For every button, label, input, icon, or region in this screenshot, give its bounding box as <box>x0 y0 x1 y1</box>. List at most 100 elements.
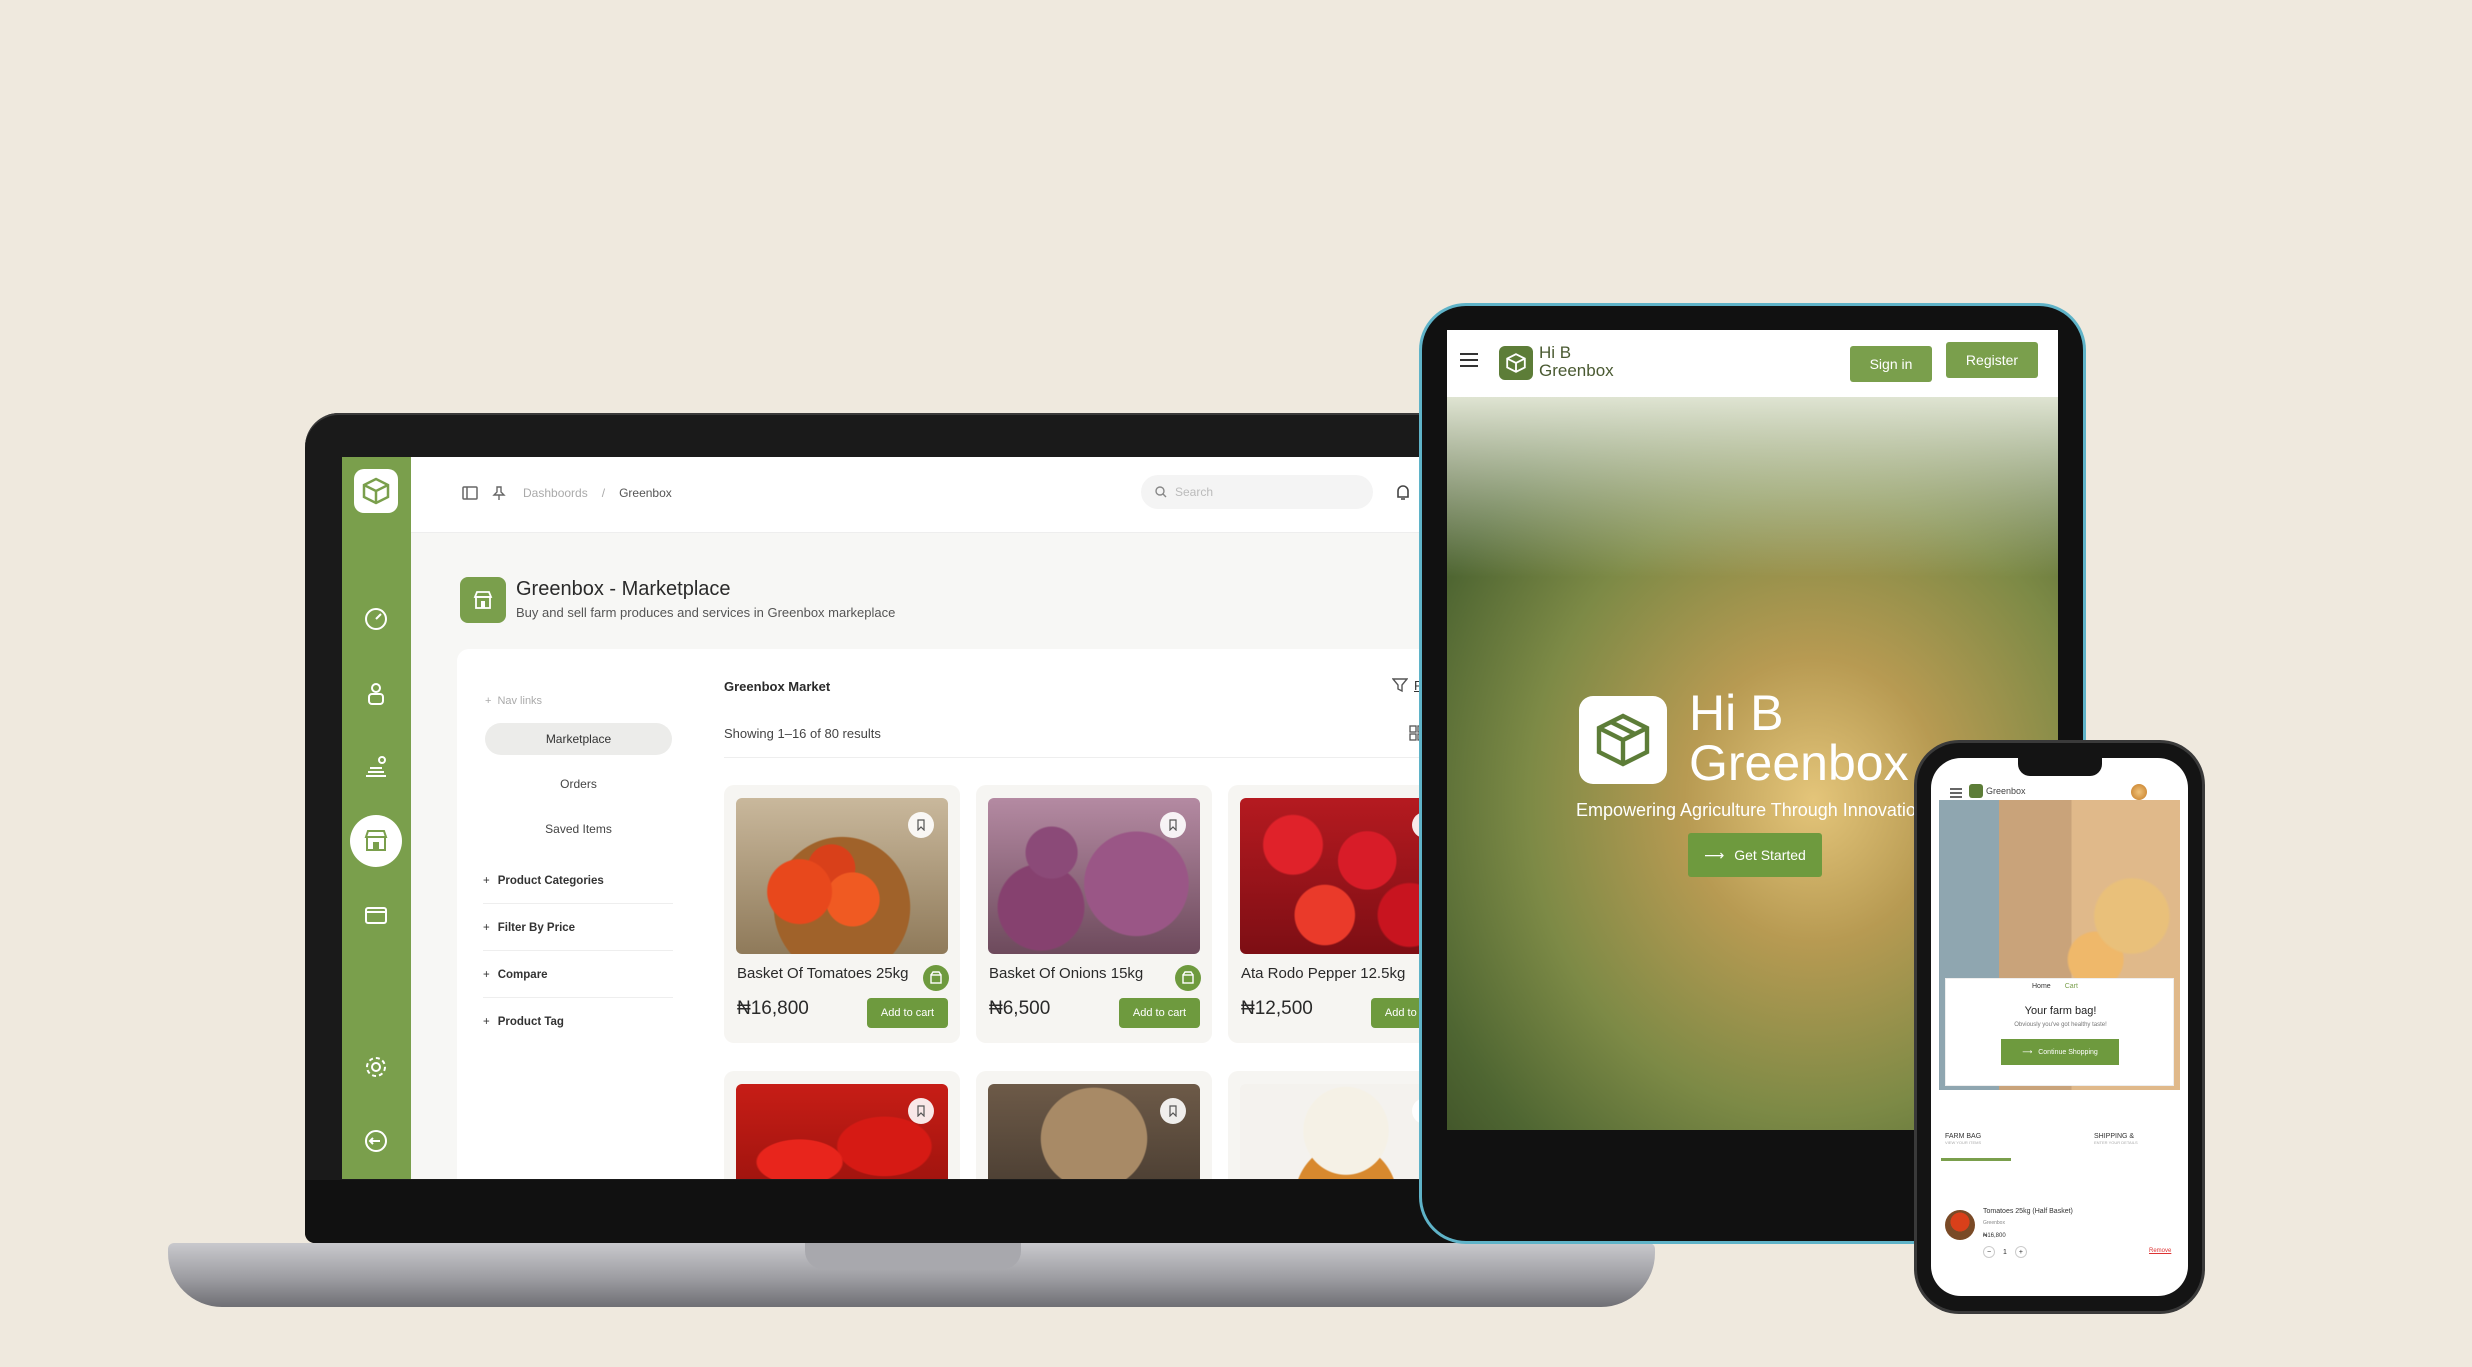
hero-sky <box>1447 397 2058 577</box>
register-button[interactable]: Register <box>1946 342 2038 378</box>
quantity-stepper[interactable]: − 1 + <box>1983 1246 2027 1258</box>
funnel-icon <box>1392 678 1408 693</box>
step-sub: VIEW YOUR ITEMS <box>1945 1140 1982 1145</box>
bookmark-icon[interactable] <box>908 1098 934 1124</box>
bookmark-icon[interactable] <box>1160 812 1186 838</box>
arrow-right-icon: ⟶ <box>2022 1049 2033 1056</box>
breadcrumb-current: Greenbox <box>619 486 672 500</box>
search-input[interactable]: Search <box>1141 475 1373 509</box>
product-name[interactable]: Basket Of Tomatoes 25kg <box>737 965 908 982</box>
filter-product-tag[interactable]: + Product Tag <box>483 1016 673 1044</box>
logout-icon[interactable] <box>362 1127 390 1155</box>
logo-line-1: Hi B <box>1539 343 1572 362</box>
hamburger-menu-icon[interactable] <box>1459 352 1479 373</box>
continue-label: Continue Shopping <box>2038 1048 2098 1056</box>
product-card[interactable]: Basket Of Tomatoes 25kg ₦16,800 Add to c… <box>724 785 960 1043</box>
filter-compare[interactable]: + Compare <box>483 969 673 998</box>
remove-link[interactable]: Remove <box>2149 1248 2171 1254</box>
sign-in-button[interactable]: Sign in <box>1850 346 1932 382</box>
dashboard-gauge-icon[interactable] <box>362 605 390 633</box>
hero-line-2: Greenbox <box>1689 735 1909 791</box>
minus-icon[interactable]: − <box>1983 1246 1995 1258</box>
rice-bowl-image <box>1240 1084 1452 1179</box>
plus-icon: + <box>483 969 490 981</box>
pepper-image <box>1240 798 1452 954</box>
filter-product-categories[interactable]: + Product Categories <box>483 875 673 904</box>
step-sub: ENTER YOUR DETAILS <box>2094 1140 2138 1145</box>
step-label: FARM BAG <box>1945 1133 1982 1140</box>
tab-home[interactable]: Home <box>2032 983 2051 990</box>
greenbox-logo-icon[interactable] <box>1499 346 1533 380</box>
breadcrumb-parent[interactable]: Dashboords <box>523 486 588 500</box>
step-shipping[interactable]: SHIPPING & ENTER YOUR DETAILS <box>2094 1133 2138 1145</box>
filter-label: Product Categories <box>497 875 604 887</box>
cart-item-price: ₦16,800 <box>1983 1233 2006 1239</box>
plus-icon[interactable]: + <box>2014 1246 2027 1258</box>
product-name[interactable]: Basket Of Onions 15kg <box>989 965 1143 982</box>
nav-item-marketplace[interactable]: Marketplace <box>485 723 672 755</box>
divider <box>724 757 1495 758</box>
nav-heading-label: Nav links <box>497 695 543 707</box>
product-price: ₦6,500 <box>989 998 1051 1019</box>
breadcrumb: Dashboords / Greenbox <box>523 486 672 500</box>
filter-label: Product Tag <box>497 1016 564 1028</box>
farm-bag-card: Home Cart Your farm bag! Obviously you'v… <box>1945 978 2174 1086</box>
store-icon <box>460 577 506 623</box>
bookmark-icon[interactable] <box>1160 1098 1186 1124</box>
settings-gear-icon[interactable] <box>362 1053 390 1081</box>
product-name[interactable]: Ata Rodo Pepper 12.5kg <box>1241 965 1405 982</box>
search-icon <box>1155 486 1167 498</box>
cart-item-seller: Greenbox <box>1983 1220 2005 1226</box>
tablet-logo-text: Hi B Greenbox <box>1539 344 1614 380</box>
phone-tabs: Home Cart <box>2032 983 2078 990</box>
plus-icon: + <box>483 922 490 934</box>
step-progress-bar <box>1941 1158 2011 1161</box>
plus-icon: + <box>483 1016 490 1028</box>
nav-item-orders[interactable]: Orders <box>485 777 672 791</box>
product-card[interactable]: Basket Of Onions 15kg ₦6,500 Add to cart <box>976 785 1212 1043</box>
filter-label: Compare <box>497 969 548 981</box>
page-subtitle: Buy and sell farm produces and services … <box>516 605 896 620</box>
wallet-icon[interactable] <box>362 901 390 929</box>
bookmark-icon[interactable] <box>908 812 934 838</box>
top-bar: Dashboords / Greenbox Search <box>411 457 1495 533</box>
product-card[interactable] <box>724 1071 960 1179</box>
filter-label: Filter By Price <box>497 922 576 934</box>
continue-shopping-button[interactable]: ⟶ Continue Shopping <box>2001 1039 2119 1065</box>
get-started-button[interactable]: ⟶ Get Started <box>1688 833 1822 877</box>
filter-by-price[interactable]: + Filter By Price <box>483 922 673 951</box>
tablet-nav: Hi B Greenbox Sign in Register <box>1447 330 2058 397</box>
nav-bullet: + <box>485 695 492 707</box>
nav-item-saved-items[interactable]: Saved Items <box>485 822 672 836</box>
hero-tagline: Empowering Agriculture Through Innovatio <box>1576 800 1916 820</box>
marketplace-store-icon[interactable] <box>350 815 402 867</box>
nav-links-heading: + Nav links <box>485 695 542 707</box>
phone-screen: Greenbox Home Cart Your farm bag! Obviou… <box>1931 758 2188 1296</box>
tomatoes-image <box>736 798 948 954</box>
hero-line-1: Hi B <box>1689 685 1784 741</box>
tab-cart[interactable]: Cart <box>2065 983 2078 990</box>
greenbox-logo-icon[interactable] <box>1969 784 1983 798</box>
greenbox-logo-icon[interactable] <box>354 469 398 513</box>
product-price: ₦16,800 <box>737 998 809 1019</box>
notification-bell-icon[interactable] <box>1393 483 1413 508</box>
add-to-cart-button[interactable]: Add to cart <box>1119 998 1200 1028</box>
avatar[interactable] <box>2131 784 2147 800</box>
bag-title: Your farm bag! <box>2024 1005 2097 1017</box>
farm-field-icon[interactable] <box>362 753 390 781</box>
product-card[interactable] <box>976 1071 1212 1179</box>
add-to-cart-button[interactable]: Add to cart <box>867 998 948 1028</box>
phone-brand: Greenbox <box>1986 786 2026 796</box>
pin-icon[interactable] <box>491 485 507 506</box>
farmer-icon[interactable] <box>362 679 390 707</box>
laptop-notch <box>805 1243 1021 1269</box>
step-farm-bag[interactable]: FARM BAG VIEW YOUR ITEMS <box>1945 1133 1981 1145</box>
main-content: Greenbox - Marketplace Buy and sell farm… <box>411 533 1495 1179</box>
sidebar-toggle-icon[interactable] <box>462 485 478 506</box>
hero-title: Hi B Greenbox <box>1689 688 1909 788</box>
laptop-screen: Dashboords / Greenbox Search Greenbox - … <box>342 457 1495 1179</box>
hero-logo-icon <box>1579 696 1667 784</box>
cart-item-name[interactable]: Tomatoes 25kg (Half Basket) <box>1983 1208 2073 1215</box>
tomato-thumbnail <box>1945 1210 1975 1240</box>
onions-image <box>988 798 1200 954</box>
